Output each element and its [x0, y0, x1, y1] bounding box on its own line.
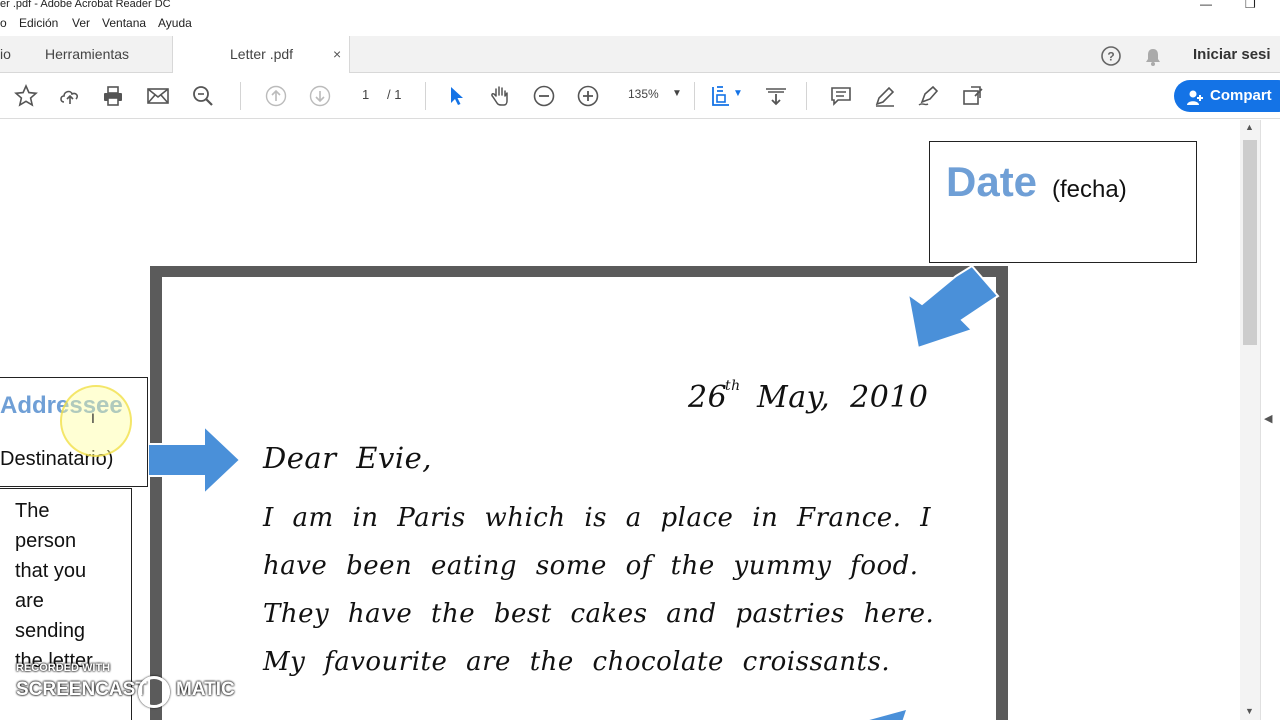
- fill-form-icon[interactable]: [960, 83, 986, 109]
- scroll-down-icon[interactable]: ▼: [1245, 706, 1254, 716]
- zoom-dropdown-icon[interactable]: ▼: [672, 88, 682, 99]
- date-callout: Date (fecha): [929, 141, 1197, 263]
- menu-item-edit[interactable]: Edición: [19, 16, 58, 30]
- right-pane-toggle[interactable]: ◀: [1260, 120, 1280, 720]
- description-line: person: [15, 530, 77, 552]
- addressee-arrow-icon: [148, 424, 242, 496]
- window-title: er .pdf - Adobe Acrobat Reader DC: [0, 0, 171, 10]
- expand-panel-icon[interactable]: ◀: [1264, 412, 1272, 425]
- tab-home[interactable]: io: [0, 36, 30, 73]
- comment-icon[interactable]: [828, 83, 854, 109]
- fit-page-icon[interactable]: [708, 83, 734, 109]
- letter-date-suffix: th: [725, 378, 741, 394]
- share-button[interactable]: Compart: [1174, 80, 1280, 112]
- letter-body-line: I am in Paris which is a place in France…: [263, 503, 931, 533]
- star-icon[interactable]: [13, 83, 39, 109]
- description-line: are: [15, 590, 44, 612]
- bottom-arrow-icon: [869, 710, 906, 720]
- letter-greeting: Dear Evie,: [263, 441, 432, 475]
- signin-link[interactable]: Iniciar sesi: [1193, 36, 1271, 73]
- page-number-input[interactable]: 1: [362, 87, 369, 102]
- minimize-icon[interactable]: —: [1200, 0, 1212, 10]
- notification-bell-icon[interactable]: [1144, 44, 1162, 66]
- tab-tools[interactable]: Herramientas: [45, 36, 165, 73]
- description-line: The: [15, 500, 50, 522]
- title-bar: er .pdf - Adobe Acrobat Reader DC — ❐: [0, 0, 1280, 12]
- menu-item-help[interactable]: Ayuda: [158, 16, 192, 30]
- letter-date-day: 26: [688, 380, 728, 415]
- add-user-icon: [1186, 87, 1204, 119]
- cursor-highlight: [60, 385, 132, 457]
- zoom-value[interactable]: 135%: [628, 87, 659, 101]
- help-icon[interactable]: ?: [1100, 44, 1122, 66]
- toolbar-separator: [240, 82, 241, 110]
- tab-document-label: Letter .pdf: [230, 46, 294, 62]
- watermark-screencast: SCREENCAST: [16, 679, 147, 700]
- watermark-logo-icon: [138, 676, 170, 708]
- hand-tool-icon[interactable]: [487, 83, 513, 109]
- zoom-in-icon[interactable]: [575, 83, 601, 109]
- menu-item-file[interactable]: o: [0, 16, 7, 30]
- share-button-label: Compart: [1210, 87, 1272, 104]
- date-label: Date: [946, 158, 1038, 205]
- tab-bar: io Herramientas Letter .pdf × ? Iniciar …: [0, 36, 1280, 74]
- zoom-search-icon[interactable]: [190, 83, 216, 109]
- scroll-up-icon[interactable]: ▲: [1245, 122, 1254, 132]
- sign-icon[interactable]: [916, 83, 942, 109]
- description-line: that you: [15, 560, 87, 582]
- letter-body-line: have been eating some of the yummy food.: [263, 551, 919, 581]
- letter-body-line: They have the best cakes and pastries he…: [263, 599, 935, 629]
- menu-item-view[interactable]: Ver: [72, 16, 90, 30]
- date-arrow-icon: [906, 264, 1000, 350]
- email-icon[interactable]: [145, 83, 171, 109]
- svg-text:?: ?: [1107, 50, 1114, 64]
- page-up-icon[interactable]: [263, 83, 289, 109]
- select-cursor-icon[interactable]: [444, 83, 470, 109]
- scrollbar-thumb[interactable]: [1243, 140, 1257, 345]
- highlight-pen-icon[interactable]: [872, 83, 898, 109]
- toolbar-separator: [425, 82, 426, 110]
- letter-date-rest: May, 2010: [757, 380, 929, 415]
- restore-icon[interactable]: ❐: [1245, 0, 1256, 10]
- watermark-matic: MATIC: [176, 679, 235, 700]
- print-icon[interactable]: [100, 83, 126, 109]
- cloud-upload-icon[interactable]: [57, 83, 83, 109]
- tab-document[interactable]: Letter .pdf ×: [172, 36, 350, 74]
- scroll-mode-icon[interactable]: [763, 83, 789, 109]
- zoom-out-icon[interactable]: [531, 83, 557, 109]
- toolbar-separator: [694, 82, 695, 110]
- toolbar-separator: [806, 82, 807, 110]
- watermark-recorded-with: RECORDED WITH: [16, 662, 111, 674]
- page-total: / 1: [387, 87, 402, 102]
- page-down-icon[interactable]: [307, 83, 333, 109]
- description-line: sending: [15, 620, 86, 642]
- acrobat-window: er .pdf - Adobe Acrobat Reader DC — ❐ o …: [0, 0, 1280, 720]
- main-toolbar: 1 / 1 135% ▼ ▼: [0, 73, 1280, 119]
- fit-page-dropdown-icon[interactable]: ▼: [733, 88, 743, 99]
- letter-body-line: My favourite are the chocolate croissant…: [263, 647, 891, 677]
- text-cursor-icon: I: [91, 410, 95, 426]
- date-translation: (fecha): [1052, 176, 1127, 203]
- menu-item-window[interactable]: Ventana: [102, 16, 146, 30]
- tab-close-icon[interactable]: ×: [333, 36, 341, 73]
